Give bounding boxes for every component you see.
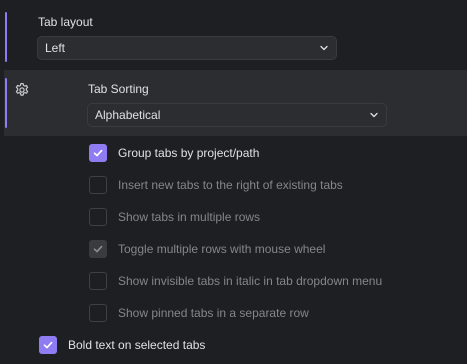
checkbox[interactable] [89,176,107,194]
option-group-tabs-by-project[interactable]: Group tabs by project/path [89,143,259,163]
option-bold-selected-tabs[interactable]: Bold text on selected tabs [39,335,205,355]
checkbox[interactable] [89,272,107,290]
tab-sorting-value: Alphabetical [95,108,161,122]
tab-sorting-dropdown[interactable]: Alphabetical [87,103,387,127]
option-toggle-rows-mouse-wheel[interactable]: Toggle multiple rows with mouse wheel [89,239,325,259]
checkbox[interactable] [89,304,107,322]
checkbox[interactable] [89,208,107,226]
tab-sorting-label: Tab Sorting [88,82,149,96]
tab-sorting-modified-indicator [5,78,7,128]
tab-layout-value: Left [45,41,66,55]
option-label: Group tabs by project/path [118,146,260,160]
option-label: Toggle multiple rows with mouse wheel [118,242,326,256]
tab-layout-dropdown[interactable]: Left [37,36,337,60]
checkmark-icon [93,245,103,253]
option-show-tabs-multiple-rows[interactable]: Show tabs in multiple rows [89,207,260,227]
checkbox[interactable] [39,336,57,354]
checkbox[interactable] [89,144,107,162]
option-label: Bold text on selected tabs [68,338,206,352]
chevron-down-icon [370,112,378,118]
option-insert-new-tabs-right[interactable]: Insert new tabs to the right of existing… [89,175,343,195]
gear-icon[interactable] [14,82,30,98]
tab-layout-label: Tab layout [38,15,93,29]
chevron-down-icon [320,45,328,51]
option-label: Insert new tabs to the right of existing… [118,178,343,192]
option-pinned-tabs-separate-row[interactable]: Show pinned tabs in a separate row [89,303,309,323]
option-invisible-tabs-italic[interactable]: Show invisible tabs in italic in tab dro… [89,271,382,291]
tab-layout-modified-indicator [5,12,7,62]
option-label: Show tabs in multiple rows [118,210,261,224]
checkmark-icon [43,341,53,349]
checkbox[interactable] [89,240,107,258]
checkmark-icon [93,149,103,157]
option-label: Show invisible tabs in italic in tab dro… [118,274,383,288]
option-label: Show pinned tabs in a separate row [118,306,309,320]
